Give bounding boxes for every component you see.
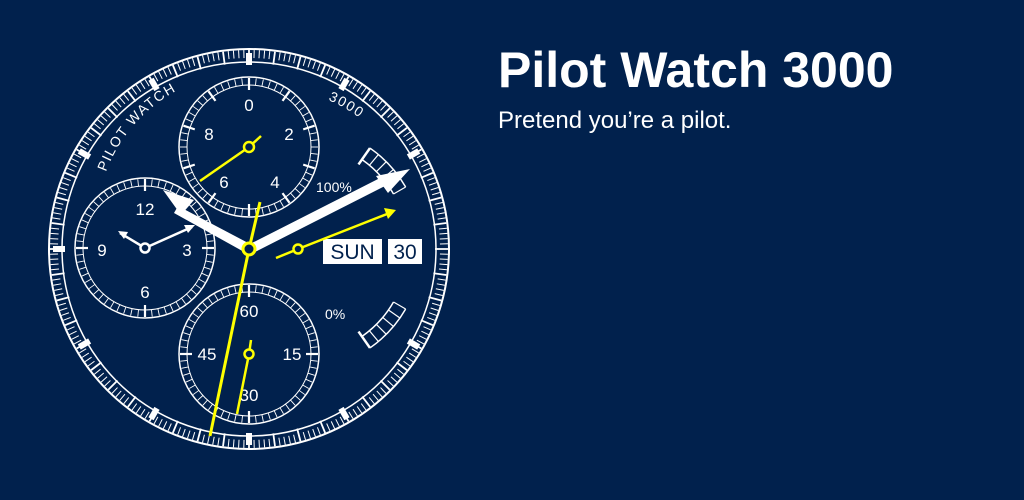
subdial-left-label-6: 6: [140, 283, 149, 302]
subdial-left-label-9: 9: [97, 241, 106, 260]
day-text: SUN: [330, 241, 374, 264]
subdial-left-label-3: 3: [182, 241, 191, 260]
gauge-max-label: 100%: [316, 179, 352, 195]
app-title: Pilot Watch 3000: [498, 42, 894, 98]
gauge-min-label: 0%: [325, 306, 345, 322]
subdial-top-label-6: 6: [219, 173, 228, 192]
app-tagline: Pretend you’re a pilot.: [498, 107, 732, 134]
watch-face: PILOT WATCH 3000 0 2 4 6 8 12 3 6 9 60 1…: [48, 48, 450, 450]
subdial-top-label-4: 4: [270, 173, 279, 192]
subdial-bottom-label-45: 45: [198, 345, 217, 364]
date-text: 30: [393, 241, 416, 264]
subdial-bottom-label-60: 60: [240, 302, 259, 321]
subdial-top-label-8: 8: [204, 125, 213, 144]
model-arc-text: 3000: [327, 88, 368, 121]
subdial-bottom-label-15: 15: [283, 345, 302, 364]
subdial-left-label-12: 12: [136, 200, 155, 219]
subdial-top-label-2: 2: [284, 125, 293, 144]
subdial-top-label-0: 0: [244, 96, 253, 115]
